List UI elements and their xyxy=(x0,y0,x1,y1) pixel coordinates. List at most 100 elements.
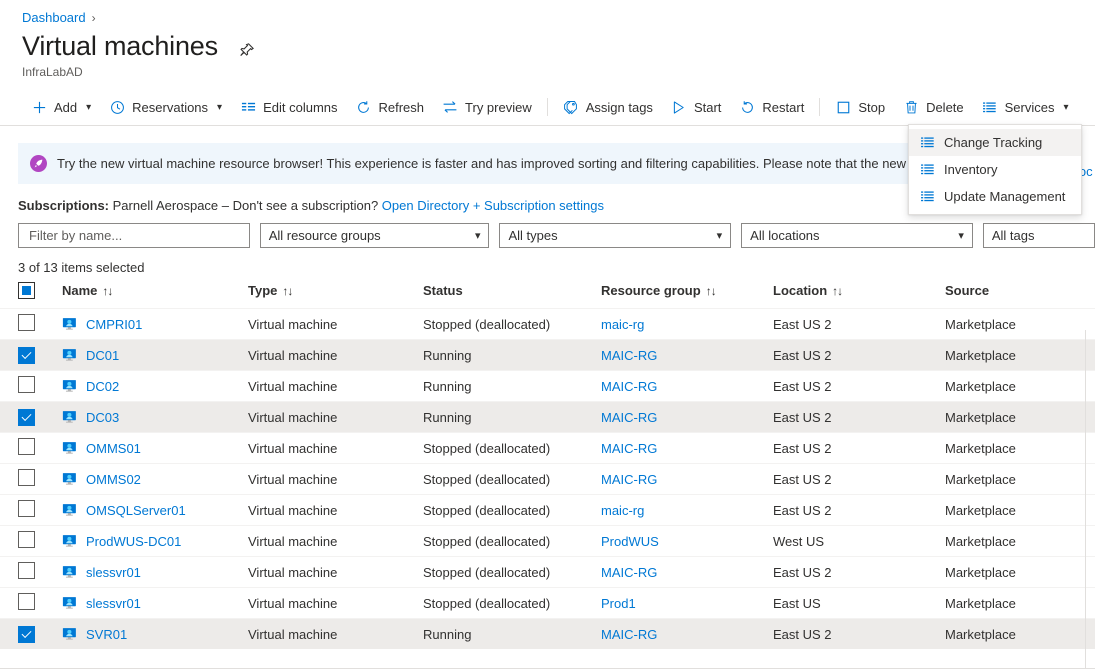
column-header-source[interactable]: Source xyxy=(945,282,1095,309)
restart-icon xyxy=(739,99,755,115)
try-preview-button[interactable]: Try preview xyxy=(433,92,541,122)
filter-by-name-field[interactable] xyxy=(18,223,250,248)
cell-status: Running xyxy=(423,371,601,402)
services-menu-item-inventory[interactable]: Inventory xyxy=(909,156,1081,183)
row-checkbox[interactable] xyxy=(18,626,35,643)
table-row[interactable]: ProdWUS-DC01 Virtual machineStopped (deal… xyxy=(0,526,1095,557)
row-checkbox[interactable] xyxy=(18,531,35,548)
row-checkbox[interactable] xyxy=(18,593,35,610)
table-header-row: Name↑↓ Type↑↓ Status Resource group↑↓ Lo… xyxy=(0,282,1095,309)
column-header-resource-group[interactable]: Resource group↑↓ xyxy=(601,282,773,309)
row-checkbox[interactable] xyxy=(18,562,35,579)
resource-group-link[interactable]: MAIC-RG xyxy=(601,348,657,363)
cell-status: Stopped (deallocated) xyxy=(423,495,601,526)
cell-source: Marketplace xyxy=(945,495,1095,526)
services-menu-item-update-management[interactable]: Update Management xyxy=(909,183,1081,210)
row-checkbox[interactable] xyxy=(18,347,35,364)
cell-type: Virtual machine xyxy=(248,526,423,557)
clock-icon xyxy=(109,99,125,115)
vm-name-link[interactable]: SVR01 xyxy=(86,627,127,642)
vm-name-link[interactable]: OMMS02 xyxy=(86,472,141,487)
column-header-location[interactable]: Location↑↓ xyxy=(773,282,945,309)
table-row[interactable]: CMPRI01Virtual machineStopped (deallocat… xyxy=(0,309,1095,340)
filter-bar: All resource groups ▾ All types ▾ All lo… xyxy=(0,213,1095,248)
cell-source: Marketplace xyxy=(945,619,1095,650)
vm-name-link[interactable]: DC02 xyxy=(86,379,119,394)
cell-location: East US xyxy=(773,588,945,619)
table-row[interactable]: DC01Virtual machineRunningMAIC-RGEast US… xyxy=(0,340,1095,371)
table-row[interactable]: slessvr01Virtual machineStopped (dealloc… xyxy=(0,588,1095,619)
vm-name-link[interactable]: DC03 xyxy=(86,410,119,425)
location-filter[interactable]: All locations ▾ xyxy=(741,223,973,248)
resource-group-link[interactable]: MAIC-RG xyxy=(601,565,657,580)
sort-icon[interactable]: ↑↓ xyxy=(832,284,842,298)
table-row[interactable]: OMMS01Virtual machineStopped (deallocate… xyxy=(0,433,1095,464)
vm-name-link[interactable]: CMPRI01 xyxy=(86,317,142,332)
row-checkbox[interactable] xyxy=(18,438,35,455)
resource-group-link[interactable]: MAIC-RG xyxy=(601,627,657,642)
table-row[interactable]: OMMS02Virtual machineStopped (deallocate… xyxy=(0,464,1095,495)
edit-columns-button[interactable]: Edit columns xyxy=(231,92,346,122)
restart-button[interactable]: Restart xyxy=(730,92,813,122)
table-row[interactable]: slessvr01Virtual machineStopped (dealloc… xyxy=(0,557,1095,588)
resource-group-link[interactable]: maic-rg xyxy=(601,317,644,332)
table-row[interactable]: SVR01Virtual machineRunningMAIC-RGEast U… xyxy=(0,619,1095,650)
virtual-machine-icon xyxy=(62,378,78,394)
sort-icon[interactable]: ↑↓ xyxy=(706,284,716,298)
column-header-type[interactable]: Type↑↓ xyxy=(248,282,423,309)
resource-group-link[interactable]: MAIC-RG xyxy=(601,441,657,456)
assign-tags-button[interactable]: Assign tags xyxy=(554,92,662,122)
page-title-row: Virtual machines xyxy=(0,25,1095,62)
row-select-cell xyxy=(0,588,62,619)
type-filter[interactable]: All types ▾ xyxy=(499,223,731,248)
services-button[interactable]: Services ▾ xyxy=(973,92,1078,122)
tags-filter[interactable]: All tags xyxy=(983,223,1095,248)
start-button[interactable]: Start xyxy=(662,92,730,122)
services-menu-item-change-tracking[interactable]: Change Tracking xyxy=(909,129,1081,156)
resource-group-link[interactable]: maic-rg xyxy=(601,503,644,518)
open-directory-subscription-settings-link[interactable]: Open Directory + Subscription settings xyxy=(382,198,604,213)
vm-name-link[interactable]: slessvr01 xyxy=(86,596,141,611)
column-header-status[interactable]: Status xyxy=(423,282,601,309)
row-checkbox[interactable] xyxy=(18,500,35,517)
sort-icon[interactable]: ↑↓ xyxy=(102,284,112,298)
vm-name-link[interactable]: ProdWUS-DC01 xyxy=(86,534,181,549)
columns-icon xyxy=(240,99,256,115)
table-row[interactable]: DC03Virtual machineRunningMAIC-RGEast US… xyxy=(0,402,1095,433)
vm-name-link[interactable]: OMMS01 xyxy=(86,441,141,456)
resource-group-link[interactable]: MAIC-RG xyxy=(601,379,657,394)
vm-name-link[interactable]: OMSQLServer01 xyxy=(86,503,186,518)
sort-icon[interactable]: ↑↓ xyxy=(282,284,292,298)
resource-group-link[interactable]: MAIC-RG xyxy=(601,410,657,425)
table-row[interactable]: OMSQLServer01Virtual machineStopped (dea… xyxy=(0,495,1095,526)
breadcrumb-dashboard-link[interactable]: Dashboard xyxy=(22,10,86,25)
delete-button[interactable]: Delete xyxy=(894,92,973,122)
selection-count: 3 of 13 items selected xyxy=(0,248,1095,275)
pin-icon[interactable] xyxy=(236,39,258,61)
cell-location: East US 2 xyxy=(773,433,945,464)
refresh-button[interactable]: Refresh xyxy=(347,92,434,122)
stop-button[interactable]: Stop xyxy=(826,92,894,122)
search-input[interactable] xyxy=(27,227,241,244)
virtual-machine-icon xyxy=(62,533,78,549)
row-select-cell xyxy=(0,619,62,650)
resource-group-filter[interactable]: All resource groups ▾ xyxy=(260,223,490,248)
row-checkbox[interactable] xyxy=(18,409,35,426)
cell-source: Marketplace xyxy=(945,371,1095,402)
vm-name-link[interactable]: slessvr01 xyxy=(86,565,141,580)
resource-group-link[interactable]: MAIC-RG xyxy=(601,472,657,487)
vm-name-link[interactable]: DC01 xyxy=(86,348,119,363)
resource-group-link[interactable]: Prod1 xyxy=(601,596,636,611)
row-checkbox[interactable] xyxy=(18,376,35,393)
cell-status: Stopped (deallocated) xyxy=(423,526,601,557)
row-checkbox[interactable] xyxy=(18,314,35,331)
select-all-checkbox[interactable] xyxy=(18,282,35,299)
virtual-machines-table: Name↑↓ Type↑↓ Status Resource group↑↓ Lo… xyxy=(0,282,1095,649)
row-checkbox[interactable] xyxy=(18,469,35,486)
reservations-button[interactable]: Reservations ▾ xyxy=(100,92,231,122)
column-header-name[interactable]: Name↑↓ xyxy=(62,282,248,309)
add-button[interactable]: Add ▾ xyxy=(22,92,100,122)
resource-group-link[interactable]: ProdWUS xyxy=(601,534,659,549)
table-row[interactable]: DC02Virtual machineRunningMAIC-RGEast US… xyxy=(0,371,1095,402)
cell-status: Running xyxy=(423,619,601,650)
